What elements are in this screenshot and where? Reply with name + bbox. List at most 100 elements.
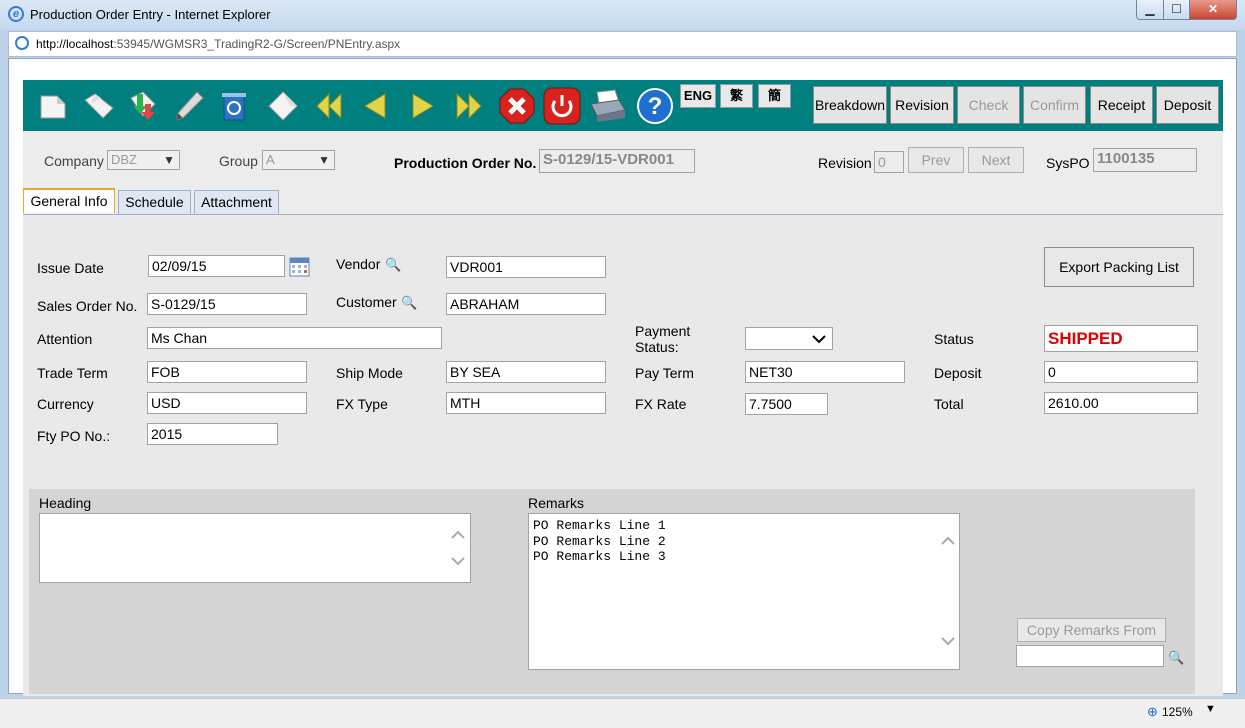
confirm-button[interactable]: Confirm — [1023, 86, 1086, 124]
address-text: http://localhost:53945/WGMSR3_TradingR2-… — [36, 37, 400, 51]
zoom-level[interactable]: 125% — [1162, 705, 1193, 719]
issue-date-label: Issue Date — [37, 260, 104, 276]
next-record-icon[interactable] — [407, 90, 439, 122]
customer-field[interactable]: ABRAHAM — [446, 293, 606, 315]
total-label: Total — [934, 396, 964, 412]
import-export-icon[interactable] — [127, 90, 159, 122]
remarks-line: PO Remarks Line 1 — [533, 518, 666, 533]
lang-eng-button[interactable]: ENG — [680, 84, 716, 108]
payment-status-label-line1: Payment — [635, 323, 691, 339]
vendor-label: Vendor — [336, 256, 381, 272]
next-button[interactable]: Next — [968, 147, 1024, 173]
fx-rate-field[interactable]: 7.7500 — [745, 393, 828, 415]
status-field[interactable]: SHIPPED — [1044, 325, 1198, 352]
remarks-textarea[interactable]: PO Remarks Line 1 PO Remarks Line 2 PO R… — [528, 513, 960, 670]
tab-attachment[interactable]: Attachment — [194, 190, 279, 214]
company-select[interactable]: DBZ ▼ — [107, 150, 180, 170]
revision-field[interactable]: 0 — [874, 151, 904, 173]
chevron-down-icon[interactable]: ▼ — [1205, 703, 1216, 715]
group-label: Group — [219, 153, 258, 169]
edit-pencil-icon[interactable] — [173, 90, 205, 122]
check-button[interactable]: Check — [957, 86, 1020, 124]
lang-traditional-button[interactable]: 繁 — [720, 84, 753, 108]
tab-general-info[interactable]: General Info — [23, 188, 115, 213]
po-number-label: Production Order No. — [394, 155, 537, 171]
vendor-field[interactable]: VDR001 — [446, 256, 606, 278]
last-record-icon[interactable] — [453, 90, 485, 122]
toolbar: ? ENG 繁 簡 Breakdown Revision Check Confi… — [23, 80, 1223, 131]
attention-field[interactable]: Ms Chan — [147, 327, 442, 349]
calendar-icon[interactable] — [289, 256, 310, 277]
magnifier-icon[interactable]: 🔍 — [1168, 650, 1184, 666]
issue-date-field[interactable]: 02/09/15 — [148, 255, 285, 277]
window-title: Production Order Entry - Internet Explor… — [30, 7, 271, 22]
syspo-label: SysPO — [1046, 155, 1090, 171]
revision-button[interactable]: Revision — [890, 86, 954, 124]
prev-button[interactable]: Prev — [908, 147, 964, 173]
syspo-field[interactable]: 1100135 — [1093, 148, 1197, 172]
first-record-icon[interactable] — [313, 90, 345, 122]
copy-remarks-from-button[interactable]: Copy Remarks From — [1017, 618, 1166, 642]
group-select[interactable]: A ▼ — [262, 150, 335, 170]
remarks-line: PO Remarks Line 2 — [533, 533, 666, 549]
magnifier-icon[interactable]: 🔍 — [401, 295, 417, 311]
print-icon[interactable] — [589, 88, 627, 124]
url-path: :53945/WGMSR3_TradingR2-G/Screen/PNEntry… — [113, 37, 401, 51]
new-doc-icon[interactable] — [37, 90, 69, 122]
currency-field[interactable]: USD — [147, 392, 307, 414]
chevron-down-icon: ▼ — [163, 153, 175, 167]
address-bar[interactable]: http://localhost:53945/WGMSR3_TradingR2-… — [8, 31, 1237, 57]
attention-label: Attention — [37, 331, 93, 347]
svg-text:?: ? — [648, 93, 663, 120]
payment-status-select[interactable] — [745, 327, 833, 350]
company-value: DBZ — [111, 152, 137, 167]
fx-rate-label: FX Rate — [635, 396, 687, 412]
export-packing-list-button[interactable]: Export Packing List — [1044, 247, 1194, 287]
ship-mode-label: Ship Mode — [336, 365, 403, 381]
sales-order-field[interactable]: S-0129/15 — [147, 293, 307, 315]
close-button[interactable]: ✕ — [1189, 0, 1237, 20]
deposit-field[interactable]: 0 — [1044, 361, 1198, 383]
breakdown-button[interactable]: Breakdown — [813, 86, 887, 124]
total-field[interactable]: 2610.00 — [1044, 392, 1198, 414]
status-bar: ⊕ 125% ▼ — [0, 698, 1245, 728]
url-host: http://localhost — [36, 37, 114, 51]
receipt-button[interactable]: Receipt — [1090, 86, 1153, 124]
tab-schedule[interactable]: Schedule — [118, 190, 191, 214]
maximize-button[interactable]: ☐ — [1163, 0, 1190, 20]
heading-textarea[interactable] — [39, 513, 471, 583]
magnifier-icon[interactable]: 🔍 — [385, 257, 401, 273]
remarks-text: PO Remarks Line 1 PO Remarks Line 2 PO R… — [533, 518, 666, 565]
cancel-icon[interactable] — [499, 88, 535, 124]
currency-label: Currency — [37, 396, 94, 412]
po-number-field[interactable]: S-0129/15-VDR001 — [539, 149, 695, 173]
deposit-button[interactable]: Deposit — [1156, 86, 1219, 124]
chevron-down-icon — [812, 335, 826, 344]
copy-remarks-field[interactable] — [1016, 645, 1164, 667]
lang-simplified-button[interactable]: 簡 — [758, 84, 791, 108]
chevron-down-icon: ▼ — [318, 153, 330, 167]
heading-label: Heading — [39, 495, 92, 511]
zoom-icon[interactable]: ⊕ — [1147, 704, 1158, 720]
revision-label: Revision — [818, 155, 872, 171]
deposit-label: Deposit — [934, 365, 982, 381]
scrollbar[interactable] — [450, 526, 466, 570]
ie-logo-icon: e — [8, 6, 24, 22]
eraser-icon[interactable] — [267, 90, 299, 122]
fty-po-field[interactable]: 2015 — [147, 423, 278, 445]
minimize-button[interactable]: ▁ — [1136, 0, 1164, 20]
fx-type-field[interactable]: MTH — [446, 392, 606, 414]
open-folder-icon[interactable] — [83, 90, 115, 122]
recycle-bin-icon[interactable] — [218, 90, 250, 122]
pay-term-field[interactable]: NET30 — [745, 361, 905, 383]
scrollbar[interactable] — [940, 534, 956, 654]
power-icon[interactable] — [543, 87, 581, 125]
remarks-label: Remarks — [528, 495, 585, 511]
ship-mode-field[interactable]: BY SEA — [446, 361, 606, 383]
payment-status-label: Payment Status: — [635, 323, 690, 355]
fty-po-label: Fty PO No.: — [37, 428, 111, 444]
trade-term-field[interactable]: FOB — [147, 361, 307, 383]
help-icon[interactable]: ? — [636, 87, 674, 125]
previous-record-icon[interactable] — [359, 90, 391, 122]
sales-order-label: Sales Order No. — [37, 298, 138, 314]
